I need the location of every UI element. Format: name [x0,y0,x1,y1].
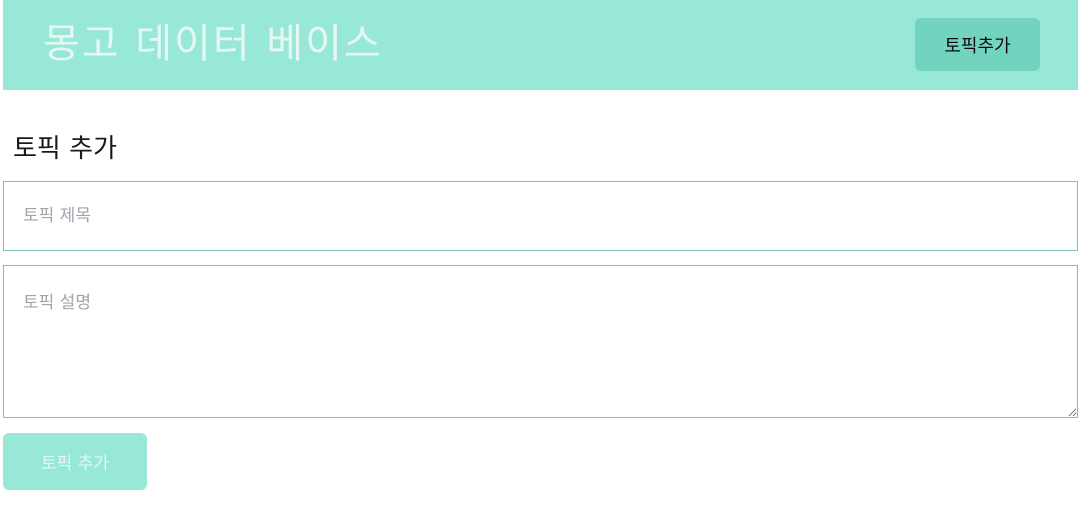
add-topic-nav-button[interactable]: 토픽추가 [915,18,1040,71]
topic-title-input[interactable] [3,181,1078,251]
topic-description-textarea[interactable] [3,265,1078,418]
app-header: 몽고 데이터 베이스 토픽추가 [3,0,1078,90]
page-title: 토픽 추가 [13,134,117,164]
submit-topic-button[interactable]: 토픽 추가 [3,433,147,490]
app-title[interactable]: 몽고 데이터 베이스 [43,18,383,70]
